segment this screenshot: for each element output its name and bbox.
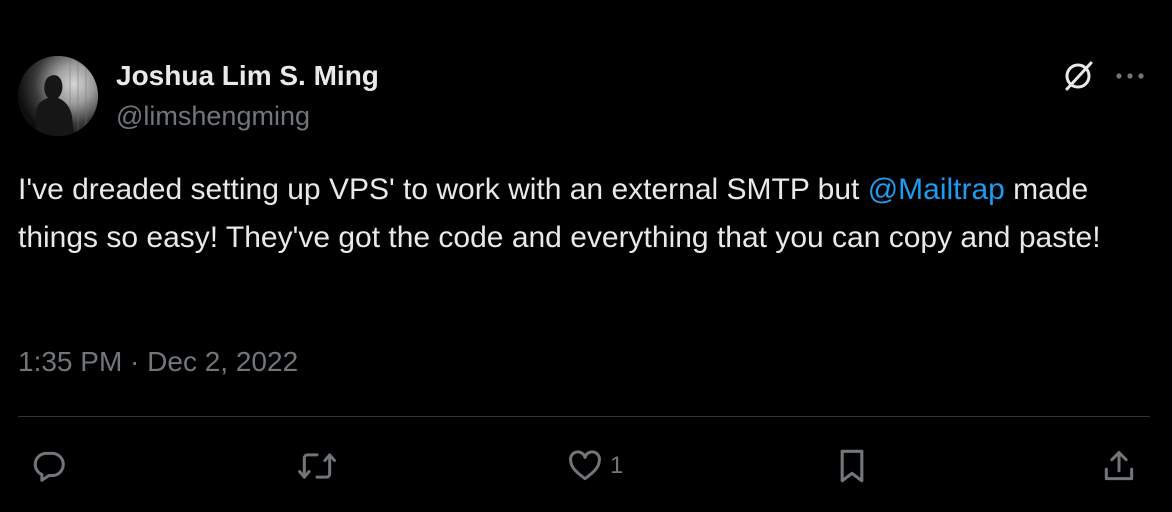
divider [18,416,1150,417]
mention-link[interactable]: @Mailtrap [868,173,1005,206]
avatar[interactable] [18,56,98,136]
tweet-text-before: I've dreaded setting up VPS' to work wit… [18,173,868,206]
author-handle[interactable]: @limshengming [116,101,310,132]
bookmark-icon [834,446,870,486]
tweet-timestamp[interactable]: 1:35 PM · Dec 2, 2022 [18,346,298,378]
share-button[interactable] [1100,446,1138,486]
grok-icon[interactable] [1060,58,1096,94]
reply-icon [30,447,68,485]
tweet-text: I've dreaded setting up VPS' to work wit… [18,166,1154,262]
share-icon [1100,447,1138,485]
like-button[interactable]: 1 [566,446,623,486]
like-icon [566,447,604,485]
reply-button[interactable] [30,446,68,486]
author-display-name[interactable]: Joshua Lim S. Ming [116,60,379,92]
more-icon[interactable] [1112,60,1148,92]
bookmark-button[interactable] [834,446,870,486]
retweet-icon [296,447,338,485]
retweet-button[interactable] [296,446,338,486]
like-count: 1 [610,452,624,479]
